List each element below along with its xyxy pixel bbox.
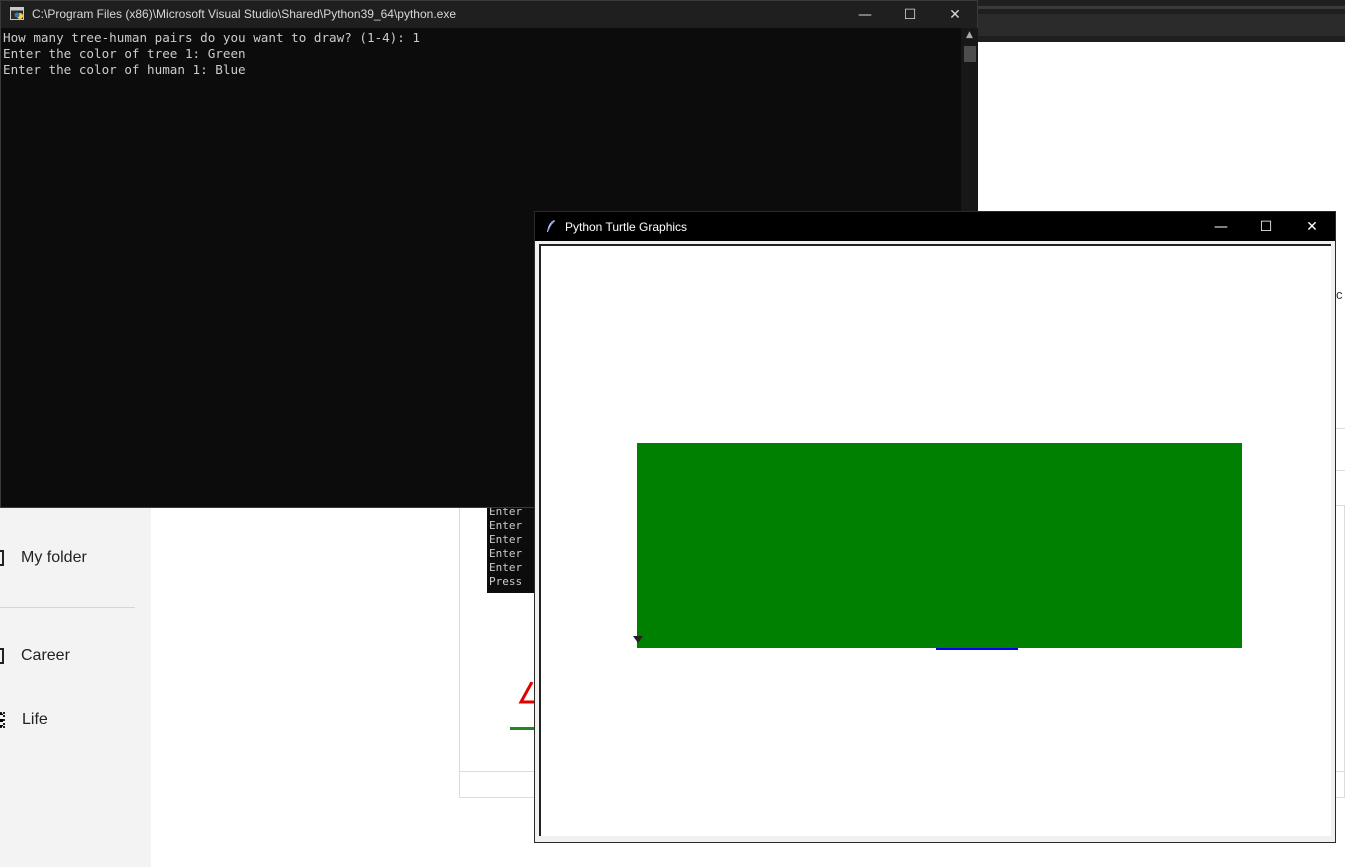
console-line: How many tree-human pairs do you want to…: [3, 30, 421, 45]
folder-icon: [0, 550, 4, 566]
console-line: Enter the color of human 1: Blue: [3, 62, 246, 77]
feather-icon: [547, 220, 555, 232]
human-shape: [936, 648, 1018, 650]
turtle-maximize-button[interactable]: ☐: [1243, 212, 1289, 241]
sidebar-item-label: Career: [21, 647, 70, 664]
console-line: Enter the color of tree 1: Green: [3, 46, 246, 61]
topbar-line: [978, 6, 1345, 9]
sidebar-item-career[interactable]: Career: [0, 644, 70, 668]
turtle-graphics-window[interactable]: Python Turtle Graphics — ☐ ✕: [534, 211, 1336, 843]
console-maximize-button[interactable]: ☐: [887, 1, 933, 28]
background-text-fragment: c: [1336, 287, 1343, 302]
turtle-titlebar[interactable]: Python Turtle Graphics — ☐ ✕: [535, 212, 1335, 241]
scrollbar-thumb[interactable]: [964, 46, 976, 62]
background-divider: [1336, 470, 1345, 471]
mini-console-line: Enter: [489, 533, 523, 546]
list-icon: [0, 712, 5, 728]
console-close-button[interactable]: ✕: [932, 1, 978, 28]
embedded-console-screenshot: Enter Enter Enter Enter Enter Press: [487, 505, 535, 593]
turtle-cursor-icon: [633, 636, 643, 643]
sidebar-item-my-folder[interactable]: My folder: [0, 546, 87, 570]
turtle-minimize-button[interactable]: —: [1198, 212, 1244, 241]
sidebar-item-label: My folder: [21, 549, 87, 566]
folder-icon: [0, 648, 4, 664]
background-divider: [1336, 428, 1345, 429]
red-drawing-fragment: [518, 682, 534, 704]
background-window-topbar: [978, 0, 1345, 42]
console-title: C:\Program Files (x86)\Microsoft Visual …: [32, 7, 456, 21]
turtle-title: Python Turtle Graphics: [565, 220, 688, 234]
mini-console-line: Enter: [489, 547, 523, 560]
scroll-up-arrow-icon[interactable]: ▲: [961, 30, 978, 44]
topbar-toolbar: [978, 14, 1345, 36]
console-minimize-button[interactable]: —: [842, 1, 888, 28]
console-titlebar[interactable]: C:\Program Files (x86)\Microsoft Visual …: [1, 1, 977, 28]
python-exe-icon: [10, 7, 24, 20]
tree-shape: [637, 443, 1242, 648]
green-drawing-fragment: [510, 727, 535, 730]
mini-console-line: Press: [489, 575, 523, 588]
turtle-canvas[interactable]: [539, 244, 1331, 836]
console-output: How many tree-human pairs do you want to…: [3, 30, 420, 78]
sidebar-item-life[interactable]: Life: [0, 708, 48, 732]
sidebar-item-label: Life: [22, 711, 48, 728]
mini-console-line: Enter: [489, 519, 523, 532]
sidebar-divider: [0, 607, 135, 608]
mini-console-line: Enter: [489, 561, 523, 574]
turtle-close-button[interactable]: ✕: [1289, 212, 1335, 241]
